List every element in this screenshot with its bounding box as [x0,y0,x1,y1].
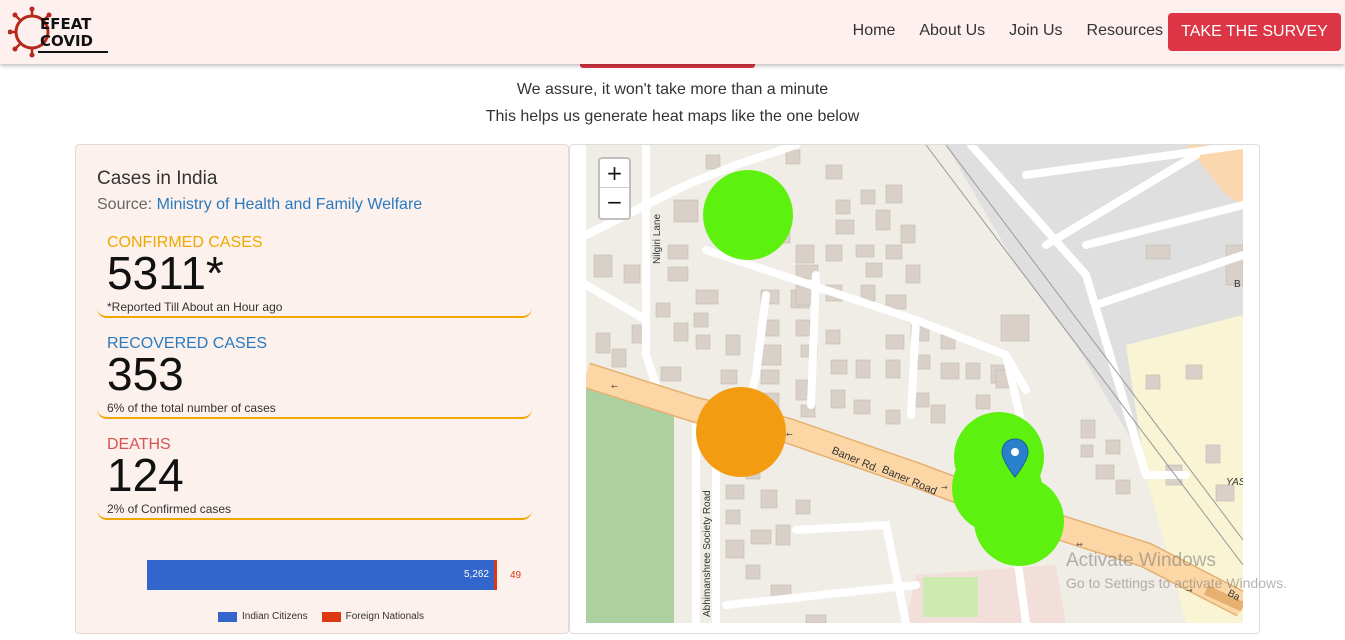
legend-foreign-nationals[interactable]: Foreign Nationals [321,611,424,622]
india-cases-panel: Cases in India Source: Ministry of Healt… [75,144,569,634]
legend-label-indian: Indian Citizens [242,611,308,622]
heat-spot-medium-1[interactable] [696,387,786,477]
recovered-value: 353 [107,348,184,400]
assurance-text: We assure, it won't take more than a min… [516,81,829,98]
logo-text-line2: COVID [40,32,93,50]
confirmed-note: *Reported Till About an Hour ago [107,300,283,314]
legend-swatch-blue [218,611,237,622]
confirmed-value: 5311* [107,247,224,299]
zoom-in-button[interactable]: + [600,159,629,188]
nationality-bar-chart: 5,262 49 Indian Citizens Foreign Nationa… [147,560,547,640]
legend-indian-citizens[interactable]: Indian Citizens [218,611,308,622]
nav-about-link[interactable]: About Us [919,22,985,40]
park-area [586,383,674,623]
heat-spot-low-4[interactable] [974,476,1064,566]
legend-label-foreign: Foreign Nationals [345,611,424,622]
legend-swatch-red [321,611,341,622]
deaths-card: DEATHS 124 2% of Confirmed cases [97,436,532,520]
nav-links: Home About Us Join Us Resources [829,22,1163,40]
activate-windows-title: Activate Windows [1066,550,1216,571]
zoom-out-button[interactable]: − [600,188,629,217]
yas-label: YAS [1226,477,1243,488]
b-label: B [1234,279,1241,290]
bar-foreign-nationals-label: 49 [510,570,522,581]
logo-text-line1: EFEAT [40,15,92,33]
panel-source: Source: Ministry of Health and Family We… [97,196,422,214]
svg-text:←: ← [786,430,793,439]
svg-text:↔: ↔ [1076,540,1083,549]
nav-home-link[interactable]: Home [853,22,896,40]
nilgiri-lane-label: Nilgiri Lane [652,214,663,264]
logo-underline [38,51,108,53]
source-link[interactable]: Ministry of Health and Family Welfare [157,196,423,213]
map-zoom-control: + − [598,157,631,220]
site-logo[interactable]: EFEAT COVID [8,6,112,60]
nav-join-link[interactable]: Join Us [1009,22,1062,40]
confirmed-cases-card: CONFIRMED CASES 5311* *Reported Till Abo… [97,234,532,318]
svg-text:←: ← [611,382,618,391]
chart-legend: Indian Citizens Foreign Nationals [218,611,424,622]
deaths-value: 124 [107,449,184,501]
nav-resources-link[interactable]: Resources [1087,22,1163,40]
svg-text:→: → [941,483,948,492]
recovered-note: 6% of the total number of cases [107,401,276,415]
abhimanshree-road-label: Abhimanshree Society Road [702,490,713,617]
heatmap-intro-text: This helps us generate heat maps like th… [485,108,860,125]
panel-title: Cases in India [97,168,218,189]
recovered-cases-card: RECOVERED CASES 353 6% of the total numb… [97,335,532,419]
heat-spot-low-1[interactable] [703,170,793,260]
hidden-cta-edge [580,64,755,68]
bar-indian-citizens-label: 5,262 [463,569,489,580]
bar-indian-citizens[interactable]: 5,262 [147,560,494,590]
deaths-note: 2% of Confirmed cases [107,502,232,516]
bar-foreign-nationals[interactable] [494,560,497,590]
source-prefix: Source: [97,196,157,213]
navbar: EFEAT COVID Home About Us Join Us Resour… [0,0,1345,64]
take-survey-button[interactable]: TAKE THE SURVEY [1168,13,1341,51]
green-plot [923,577,978,617]
activate-windows-subtitle: Go to Settings to activate Windows. [1066,575,1287,591]
